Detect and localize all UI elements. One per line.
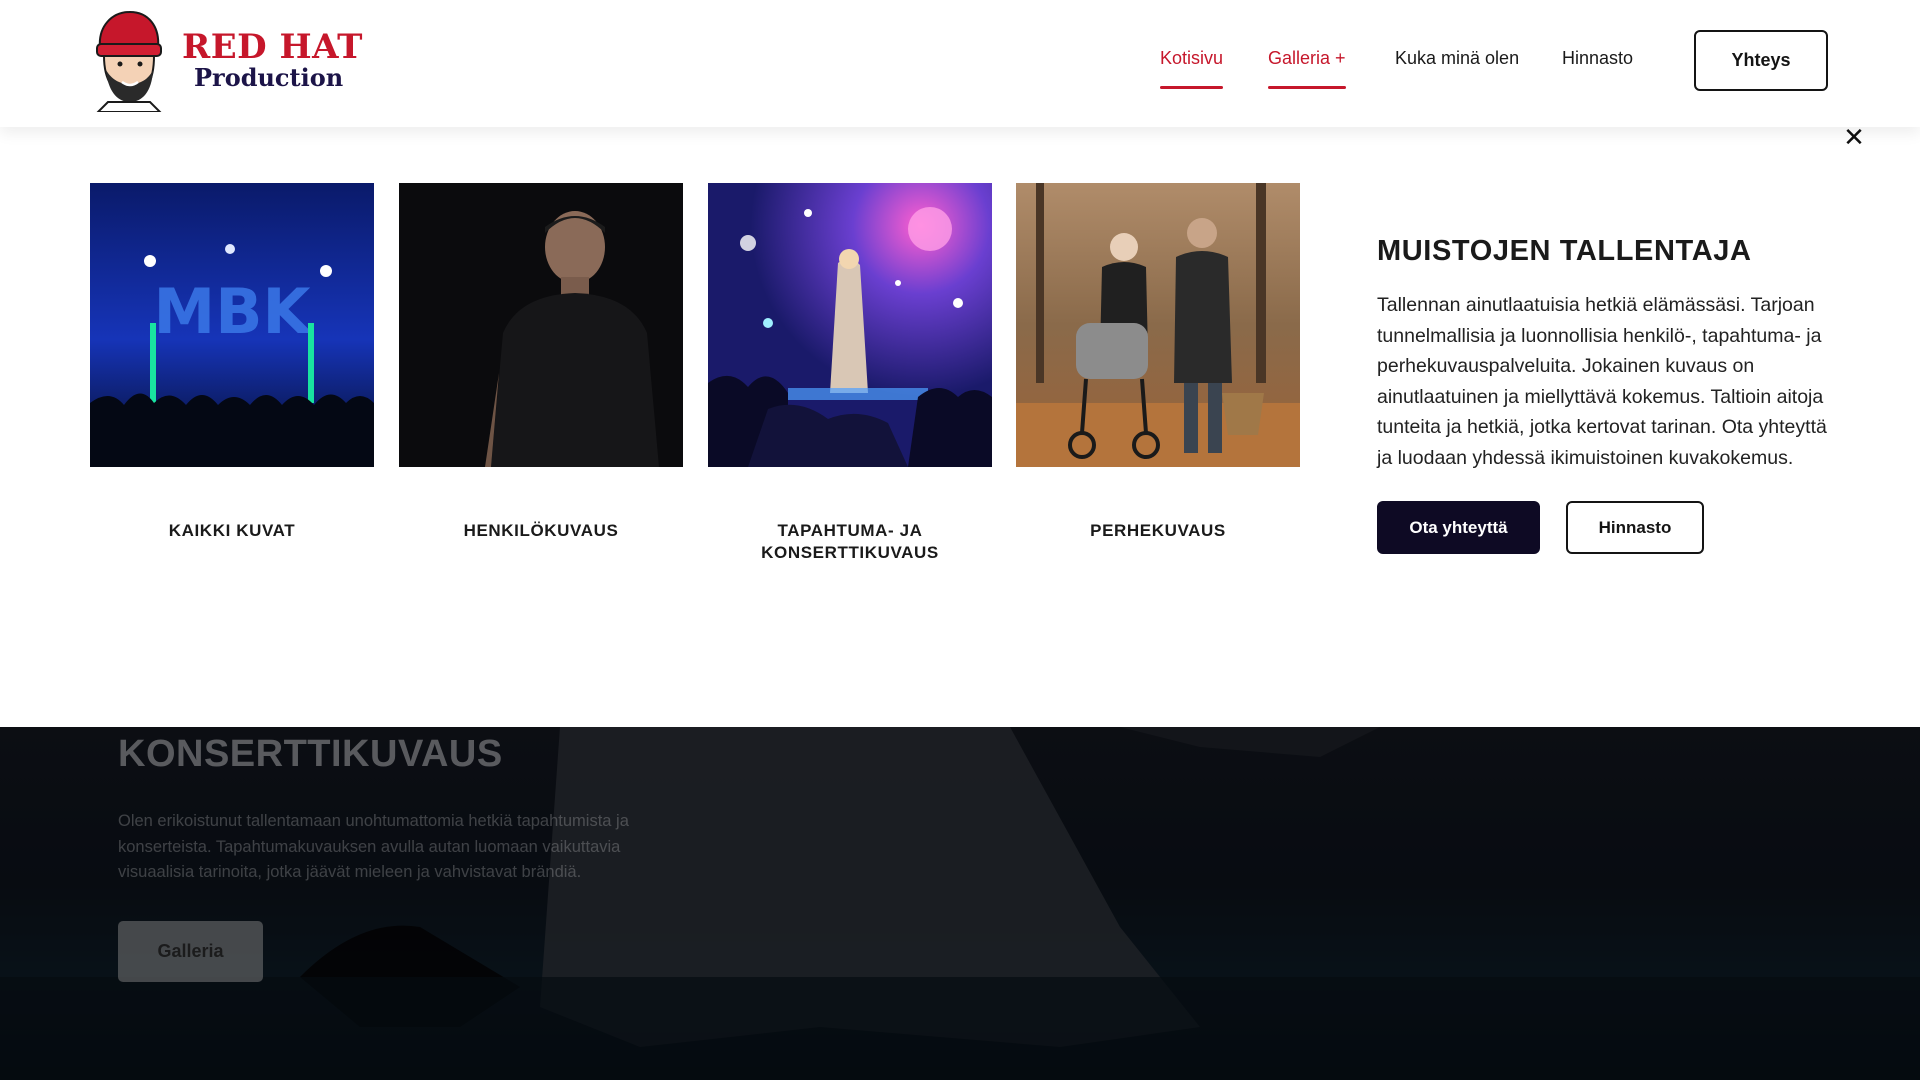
card-label: PERHEKUVAUS	[1090, 521, 1226, 540]
promo-title: MUISTOJEN TALLENTAJA	[1377, 235, 1752, 267]
promo-block: MUISTOJEN TALLENTAJA Tallennan ainutlaat…	[1377, 235, 1837, 554]
nav-item-about[interactable]: Kuka minä olen	[1395, 48, 1519, 69]
nav-item-home[interactable]: Kotisivu	[1160, 48, 1224, 89]
card-label: TAPAHTUMA- JA KONSERTTIKUVAUS	[761, 521, 939, 562]
close-icon[interactable]: ✕	[1840, 123, 1868, 151]
family-walk-photo	[1016, 183, 1300, 467]
singer-on-stage-photo	[708, 183, 992, 467]
gallery-mega-menu: ✕ MBK KAIKKI KUVAT HENKILÖKUVAUS TAPAHTU…	[0, 123, 1920, 727]
contact-us-button[interactable]: Ota yhteyttä	[1377, 501, 1540, 554]
main-nav: Kotisivu Galleria + Kuka minä olen Hinna…	[0, 0, 1920, 127]
hero-text: Olen erikoistunut tallentamaan unohtumat…	[118, 812, 629, 881]
site-header: RED HAT Production Kotisivu Galleria + K…	[0, 0, 1920, 127]
pricing-button[interactable]: Hinnasto	[1566, 501, 1704, 554]
nav-item-gallery[interactable]: Galleria +	[1268, 48, 1346, 89]
gallery-card-family[interactable]: PERHEKUVAUS	[1016, 183, 1300, 542]
portrait-man-photo	[399, 183, 683, 467]
gallery-card-all[interactable]: MBK KAIKKI KUVAT	[90, 183, 374, 542]
gallery-card-portrait[interactable]: HENKILÖKUVAUS	[399, 183, 683, 542]
hero-section: KONSERTTIKUVAUS Olen erikoistunut tallen…	[0, 727, 1920, 1080]
promo-buttons: Ota yhteyttä Hinnasto	[1377, 501, 1837, 554]
card-label: KAIKKI KUVAT	[168, 521, 296, 540]
contact-button[interactable]: Yhteys	[1694, 30, 1828, 91]
gallery-button[interactable]: Galleria	[118, 921, 263, 982]
gallery-card-events[interactable]: TAPAHTUMA- JA KONSERTTIKUVAUS	[708, 183, 992, 564]
nav-item-prices[interactable]: Hinnasto	[1562, 48, 1633, 69]
promo-text: Tallennan ainutlaatuisia hetkiä elämässä…	[1377, 294, 1827, 469]
card-label: HENKILÖKUVAUS	[463, 521, 619, 540]
concert-stage-photo: MBK	[90, 183, 374, 467]
svg-text:MBK: MBK	[154, 275, 313, 348]
hero-title: KONSERTTIKUVAUS	[118, 733, 503, 775]
